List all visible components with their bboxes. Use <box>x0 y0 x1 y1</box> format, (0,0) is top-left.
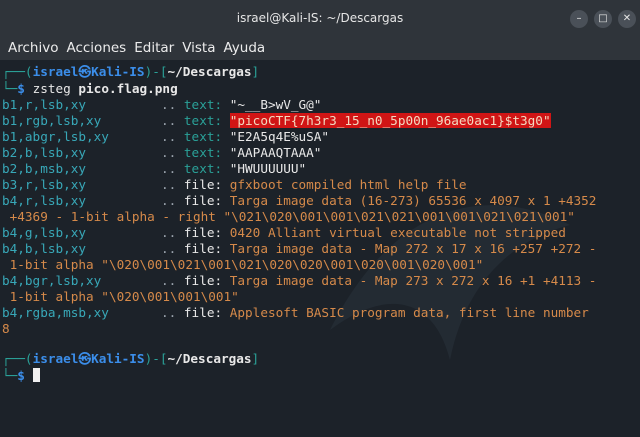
text-cursor[interactable] <box>32 368 40 382</box>
output-row: b1,abgr,lsb,xy.. text: "E2A5q4E%uSA" <box>2 129 329 145</box>
prompt-sep: )-[ <box>144 351 168 366</box>
prompt-corner-bottom: └─ <box>2 368 18 383</box>
output-type: file: <box>183 273 223 288</box>
prompt-line-1: ┌──(israel㉿Kali-IS)-[~/Descargas] <box>2 64 259 80</box>
prompt-corner: ┌──( <box>2 351 33 366</box>
output-key: b3,r,lsb,xy <box>2 177 87 192</box>
output-row: b4,bgr,lsb,xy.. file: Targa image data -… <box>2 273 596 289</box>
output-row: b4,b,lsb,xy.. file: Targa image data - M… <box>2 241 596 257</box>
output-value: "AAPAAQTAAA" <box>229 145 322 160</box>
output-row: b1,r,lsb,xy.. text: "~__B>wV_G@" <box>2 97 321 113</box>
output-type: file: <box>183 225 223 240</box>
output-type: file: <box>183 177 223 192</box>
output-row: b3,r,lsb,xy.. file: gfxboot compiled htm… <box>2 177 467 193</box>
output-key: b2,b,lsb,xy <box>2 145 87 160</box>
window-title: israel@Kali-IS: ~/Descargas <box>236 11 404 25</box>
output-row: b4,rgba,msb,xy.. file: Applesoft BASIC p… <box>2 305 589 321</box>
prompt-host: Kali-IS <box>91 64 145 79</box>
output-row-flag: b1,rgb,lsb,xy.. text: "picoCTF{7h3r3_15_… <box>2 113 551 129</box>
output-key: b4,r,lsb,xy <box>2 193 87 208</box>
output-key: b4,g,lsb,xy <box>2 225 87 240</box>
prompt-dollar: $ <box>17 368 25 383</box>
output-value: Applesoft BASIC program data, first line… <box>229 305 589 320</box>
menu-bar: Archivo Acciones Editar Vista Ayuda <box>0 36 640 60</box>
output-key: b4,bgr,lsb,xy <box>2 273 102 288</box>
maximize-button[interactable]: □ <box>594 10 612 28</box>
minimize-button[interactable]: – <box>570 10 588 28</box>
output-sep: .. <box>161 241 177 256</box>
output-row: b2,b,msb,xy.. text: "HWUUUUUU" <box>2 161 306 177</box>
output-sep: .. <box>161 97 177 112</box>
output-sep: .. <box>161 193 177 208</box>
prompt-path: ~/Descargas <box>167 64 252 79</box>
output-row: b2,b,lsb,xy.. text: "AAPAAQTAAA" <box>2 145 321 161</box>
output-value: gfxboot compiled html help file <box>229 177 467 192</box>
output-sep: .. <box>161 225 177 240</box>
output-type: text: <box>183 113 223 128</box>
terminal-window: israel@Kali-IS: ~/Descargas – □ ✕ Archiv… <box>0 0 640 437</box>
output-sep: .. <box>161 161 177 176</box>
output-value: 0420 Alliant virtual executable not stri… <box>229 225 566 240</box>
output-key: b1,abgr,lsb,xy <box>2 129 109 144</box>
output-key: b4,b,lsb,xy <box>2 241 87 256</box>
output-row: b4,r,lsb,xy.. file: Targa image data (16… <box>2 193 596 209</box>
output-value: "HWUUUUUU" <box>229 161 307 176</box>
menu-acciones[interactable]: Acciones <box>66 40 126 56</box>
prompt-host: Kali-IS <box>91 351 145 366</box>
prompt-at-icon: ㉿ <box>78 64 92 79</box>
command-arg: pico.flag.png <box>78 81 178 96</box>
flag-value-highlight[interactable]: "picoCTF{7h3r3_15_n0_5p00n_96ae0ac1}$t3g… <box>229 113 551 128</box>
output-sep: .. <box>161 145 177 160</box>
menu-archivo[interactable]: Archivo <box>8 40 58 56</box>
prompt-corner-bottom: └─ <box>2 81 18 96</box>
output-key: b4,rgba,msb,xy <box>2 305 109 320</box>
menu-ayuda[interactable]: Ayuda <box>223 40 265 56</box>
prompt-user: israel <box>32 351 79 366</box>
output-type: file: <box>183 241 223 256</box>
prompt-line-2: ┌──(israel㉿Kali-IS)-[~/Descargas] <box>2 351 259 367</box>
output-sep: .. <box>161 129 177 144</box>
title-bar[interactable]: israel@Kali-IS: ~/Descargas – □ ✕ <box>0 0 640 36</box>
output-continuation: 1-bit alpha "\020\001\001\001" <box>2 289 239 304</box>
prompt-user: israel <box>32 64 79 79</box>
output-sep: .. <box>161 177 177 192</box>
output-continuation: +4369 - 1-bit alpha - right "\021\020\00… <box>2 209 575 224</box>
output-value: Targa image data (16-273) 65536 x 4097 x… <box>229 193 597 208</box>
menu-vista[interactable]: Vista <box>182 40 215 56</box>
output-value: Targa image data - Map 273 x 272 x 16 +1… <box>229 273 597 288</box>
output-type: text: <box>183 129 223 144</box>
output-type: text: <box>183 97 223 112</box>
input-line[interactable]: └─$ <box>2 368 40 384</box>
menu-editar[interactable]: Editar <box>134 40 174 56</box>
command-line: └─$ zsteg pico.flag.png <box>2 81 178 97</box>
prompt-corner: ┌──( <box>2 64 33 79</box>
prompt-end: ] <box>251 64 260 79</box>
prompt-end: ] <box>251 351 260 366</box>
prompt-sep: )-[ <box>144 64 168 79</box>
output-type: file: <box>183 305 223 320</box>
output-type: file: <box>183 193 223 208</box>
prompt-path: ~/Descargas <box>167 351 252 366</box>
output-continuation: 1-bit alpha "\020\001\021\001\021\020\02… <box>2 257 484 272</box>
terminal-area[interactable]: ┌──(israel㉿Kali-IS)-[~/Descargas] └─$ zs… <box>0 60 640 437</box>
output-value: "~__B>wV_G@" <box>229 97 322 112</box>
output-continuation: 8 <box>2 321 10 336</box>
command-program: zsteg <box>32 81 71 96</box>
output-key: b2,b,msb,xy <box>2 161 87 176</box>
prompt-dollar: $ <box>17 81 25 96</box>
output-key: b1,rgb,lsb,xy <box>2 113 102 128</box>
output-value: "E2A5q4E%uSA" <box>229 129 330 144</box>
output-sep: .. <box>161 113 177 128</box>
output-type: text: <box>183 145 223 160</box>
output-row: b4,g,lsb,xy.. file: 0420 Alliant virtual… <box>2 225 566 241</box>
output-type: text: <box>183 161 223 176</box>
output-key: b1,r,lsb,xy <box>2 97 87 112</box>
prompt-at-icon: ㉿ <box>78 351 92 366</box>
output-sep: .. <box>161 273 177 288</box>
output-value: Targa image data - Map 272 x 17 x 16 +25… <box>229 241 597 256</box>
output-sep: .. <box>161 305 177 320</box>
close-button[interactable]: ✕ <box>618 10 636 28</box>
